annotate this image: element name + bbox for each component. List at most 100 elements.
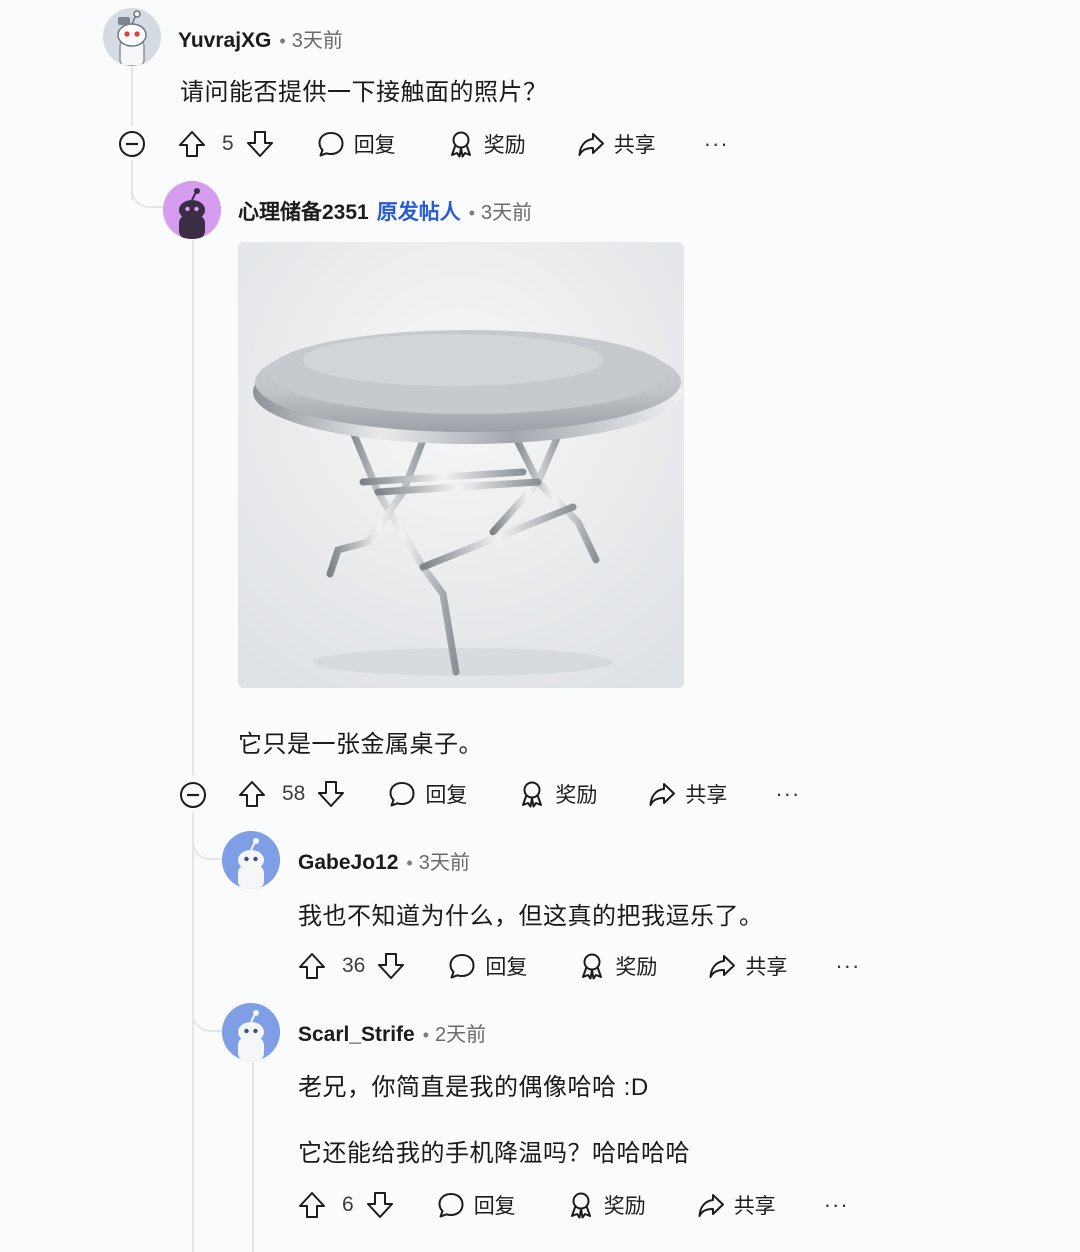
award-button[interactable]: 奖励 bbox=[517, 779, 597, 809]
thread-branch-4 bbox=[192, 985, 226, 1032]
username[interactable]: YuvrajXG bbox=[178, 29, 271, 53]
reply-label: 回复 bbox=[485, 956, 528, 979]
upvote-icon bbox=[299, 1192, 325, 1218]
timestamp[interactable]: 3天前 bbox=[292, 24, 343, 53]
comment-header: Scarl_Strife • 2天前 bbox=[298, 1018, 486, 1047]
comment-actions: 6 回复 奖励 共享 ··· bbox=[296, 1185, 849, 1225]
comment-text: 它只是一张金属桌子。 bbox=[238, 731, 483, 758]
username[interactable]: 心理储备2351 bbox=[238, 196, 369, 226]
share-icon bbox=[709, 955, 736, 978]
award-icon bbox=[570, 1192, 591, 1219]
upvote-button[interactable] bbox=[176, 128, 208, 160]
award-label: 奖励 bbox=[483, 134, 526, 157]
reply-bubble-icon bbox=[318, 132, 344, 157]
avatar[interactable] bbox=[222, 831, 280, 889]
comment-actions: 58 回复 奖励 共享 ··· bbox=[236, 774, 800, 814]
share-label: 共享 bbox=[685, 784, 728, 807]
upvote-button[interactable] bbox=[296, 950, 328, 982]
op-badge: 原发帖人 bbox=[376, 201, 461, 224]
share-button[interactable]: 共享 bbox=[647, 779, 727, 809]
thread-line-1 bbox=[131, 66, 133, 126]
reply-label: 回复 bbox=[473, 1195, 516, 1218]
reply-button[interactable]: 回复 bbox=[436, 1190, 516, 1220]
comment-header: GabeJo12 • 3天前 bbox=[298, 846, 470, 875]
share-label: 共享 bbox=[733, 1195, 776, 1218]
thread-line-5 bbox=[252, 1062, 254, 1252]
award-button[interactable]: 奖励 bbox=[577, 951, 657, 981]
avatar[interactable] bbox=[163, 181, 221, 239]
upvote-button[interactable] bbox=[296, 1189, 328, 1221]
username[interactable]: GabeJo12 bbox=[298, 851, 398, 875]
reply-label: 回复 bbox=[353, 134, 396, 157]
upvote-icon bbox=[179, 131, 205, 157]
award-label: 奖励 bbox=[555, 784, 598, 807]
comment-header: YuvrajXG • 3天前 bbox=[178, 24, 343, 53]
separator-dot: • bbox=[468, 203, 476, 223]
thread-line-4 bbox=[192, 812, 194, 1252]
comment-text: 请问能否提供一下接触面的照片？ bbox=[180, 79, 548, 106]
thread-branch-2 bbox=[131, 160, 165, 208]
more-options-button[interactable]: ··· bbox=[775, 781, 800, 807]
downvote-button[interactable] bbox=[375, 950, 407, 982]
share-button[interactable]: 共享 bbox=[707, 951, 787, 981]
username[interactable]: Scarl_Strife bbox=[298, 1023, 415, 1047]
snoo-avatar-icon bbox=[222, 831, 280, 889]
collapse-button[interactable] bbox=[178, 780, 208, 810]
table-photo[interactable] bbox=[238, 242, 684, 688]
reply-button[interactable]: 回复 bbox=[447, 951, 527, 981]
downvote-button[interactable] bbox=[244, 128, 276, 160]
upvote-icon bbox=[239, 781, 265, 807]
vote-count: 58 bbox=[282, 782, 306, 805]
thread-branch-3 bbox=[192, 812, 226, 860]
award-label: 奖励 bbox=[603, 1195, 646, 1218]
timestamp[interactable]: 2天前 bbox=[435, 1018, 486, 1047]
comment-text-line2: 它还能给我的手机降温吗？哈哈哈哈 bbox=[298, 1140, 690, 1167]
share-icon bbox=[698, 1194, 724, 1217]
downvote-icon bbox=[378, 953, 405, 979]
snoo-avatar-icon bbox=[103, 8, 161, 66]
thread-line-3 bbox=[192, 240, 194, 775]
collapse-icon bbox=[180, 782, 206, 808]
share-label: 共享 bbox=[745, 956, 788, 979]
more-options-button[interactable]: ··· bbox=[704, 131, 729, 157]
award-button[interactable]: 奖励 bbox=[566, 1190, 646, 1220]
separator-dot: • bbox=[422, 1025, 430, 1045]
share-button[interactable]: 共享 bbox=[576, 129, 656, 159]
share-label: 共享 bbox=[613, 134, 656, 157]
downvote-icon bbox=[366, 1192, 393, 1218]
downvote-button[interactable] bbox=[364, 1189, 396, 1221]
award-icon bbox=[450, 131, 471, 158]
reply-button[interactable]: 回复 bbox=[387, 779, 467, 809]
comment-text: 我也不知道为什么，但这真的把我逗乐了。 bbox=[298, 903, 764, 930]
award-icon bbox=[522, 781, 543, 808]
upvote-icon bbox=[299, 953, 325, 979]
avatar[interactable] bbox=[222, 1003, 280, 1061]
share-button[interactable]: 共享 bbox=[696, 1190, 776, 1220]
comment-actions: 36 回复 奖励 共享 ··· bbox=[296, 946, 860, 986]
snoo-avatar-icon bbox=[163, 181, 221, 239]
reply-bubble-icon bbox=[389, 782, 415, 807]
more-options-button[interactable]: ··· bbox=[824, 1192, 849, 1218]
reply-label: 回复 bbox=[425, 784, 468, 807]
comment-header: 心理储备2351 原发帖人 • 3天前 bbox=[238, 196, 532, 226]
downvote-button[interactable] bbox=[315, 778, 347, 810]
reply-bubble-icon bbox=[438, 1193, 464, 1218]
more-options-button[interactable]: ··· bbox=[835, 953, 860, 979]
share-icon bbox=[578, 133, 604, 156]
vote-count: 5 bbox=[222, 132, 234, 155]
separator-dot: • bbox=[279, 31, 286, 51]
share-icon bbox=[649, 783, 676, 806]
timestamp[interactable]: 3天前 bbox=[419, 846, 470, 875]
separator-dot: • bbox=[406, 853, 413, 873]
reply-button[interactable]: 回复 bbox=[316, 129, 396, 159]
downvote-icon bbox=[246, 131, 273, 157]
award-button[interactable]: 奖励 bbox=[446, 129, 526, 159]
collapse-button[interactable] bbox=[117, 129, 147, 159]
upvote-button[interactable] bbox=[236, 778, 268, 810]
downvote-icon bbox=[318, 781, 345, 807]
avatar[interactable] bbox=[103, 8, 161, 66]
snoo-avatar-icon bbox=[222, 1003, 280, 1061]
metal-table-image bbox=[238, 242, 684, 688]
award-label: 奖励 bbox=[615, 956, 658, 979]
timestamp[interactable]: 3天前 bbox=[481, 196, 532, 225]
